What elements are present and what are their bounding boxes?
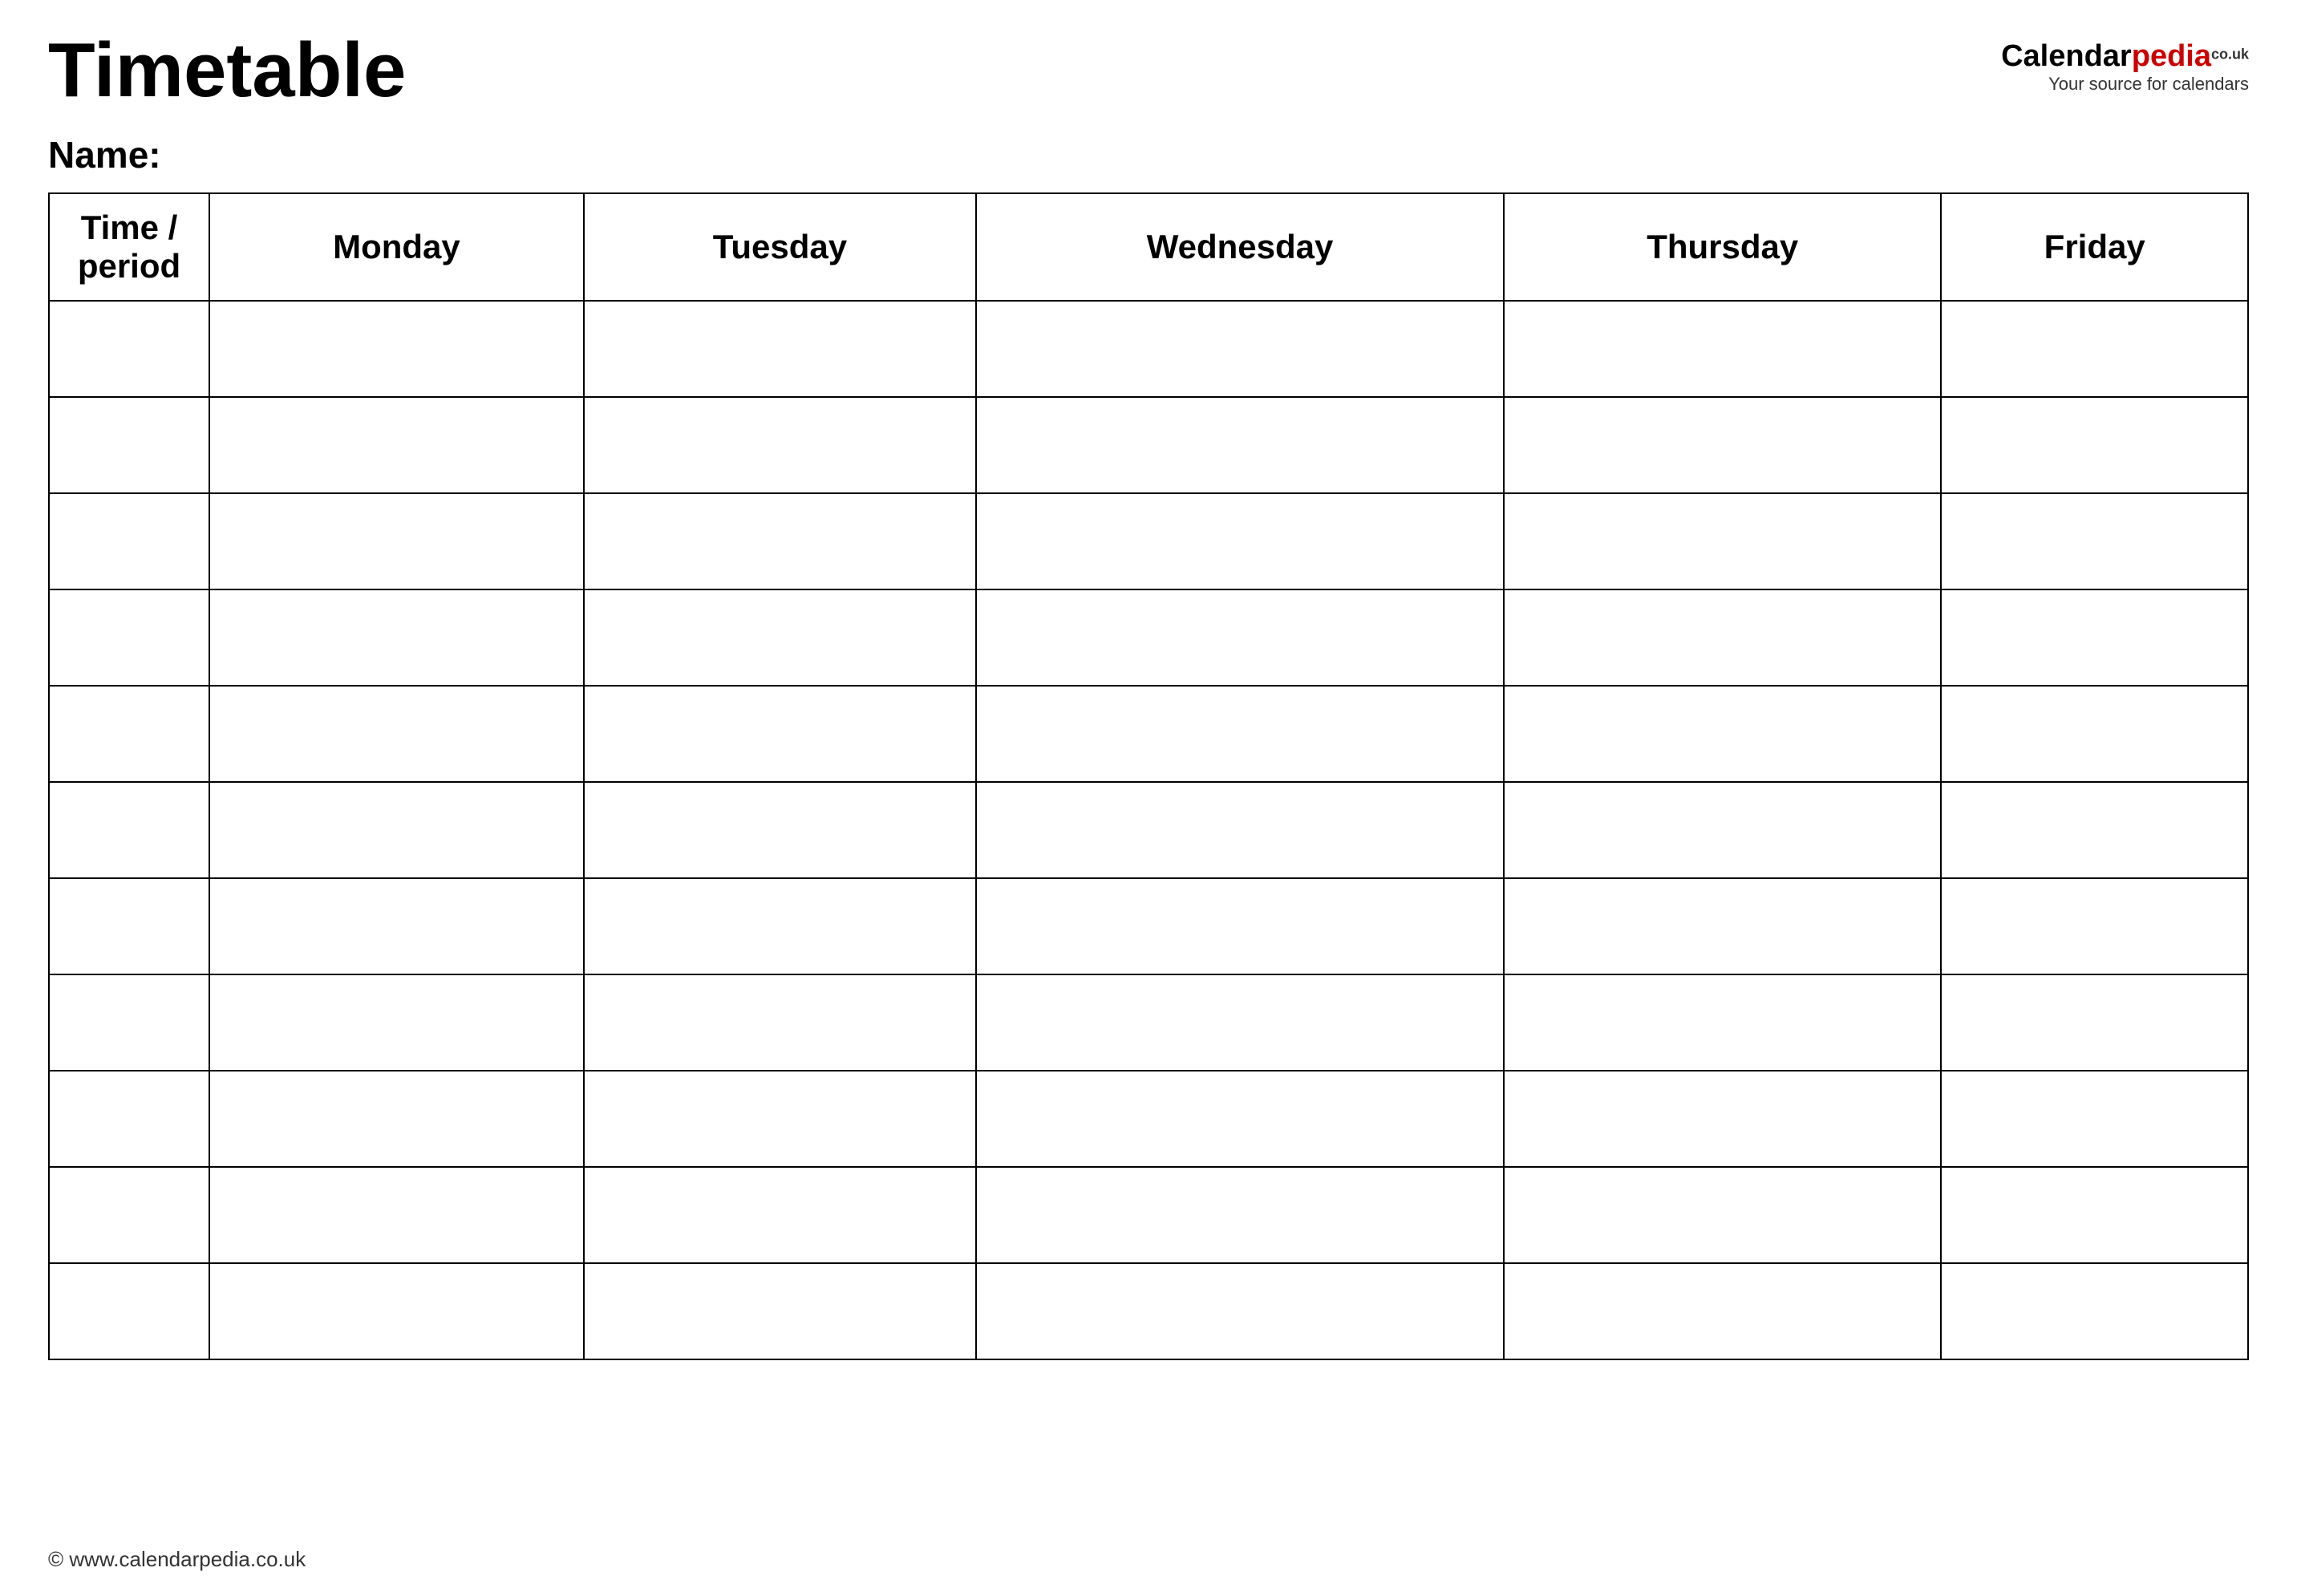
logo-calendar: Calendar <box>2001 39 2132 73</box>
day-cell[interactable] <box>209 974 584 1071</box>
day-cell[interactable] <box>584 589 976 686</box>
day-cell[interactable] <box>584 493 976 589</box>
col-header-friday: Friday <box>1941 193 2248 301</box>
day-cell[interactable] <box>209 301 584 397</box>
time-cell[interactable] <box>49 878 209 974</box>
name-label: Name: <box>48 134 161 176</box>
table-row <box>49 1167 2248 1263</box>
timetable: Time / period Monday Tuesday Wednesday T… <box>48 192 2249 1360</box>
day-cell[interactable] <box>976 782 1504 878</box>
time-cell[interactable] <box>49 1167 209 1263</box>
day-cell[interactable] <box>209 1263 584 1359</box>
day-cell[interactable] <box>209 686 584 782</box>
day-cell[interactable] <box>1941 878 2248 974</box>
day-cell[interactable] <box>584 301 976 397</box>
day-cell[interactable] <box>1504 1071 1941 1167</box>
footer-url: © www.calendarpedia.co.uk <box>48 1547 306 1571</box>
logo-pedia: pedia <box>2132 39 2211 73</box>
day-cell[interactable] <box>976 974 1504 1071</box>
day-cell[interactable] <box>209 1071 584 1167</box>
day-cell[interactable] <box>1504 301 1941 397</box>
day-cell[interactable] <box>584 878 976 974</box>
day-cell[interactable] <box>1504 878 1941 974</box>
day-cell[interactable] <box>584 686 976 782</box>
time-cell[interactable] <box>49 1071 209 1167</box>
day-cell[interactable] <box>1941 301 2248 397</box>
page-header: Timetable Calendarpediaco.uk Your source… <box>48 32 2249 109</box>
day-cell[interactable] <box>1504 686 1941 782</box>
time-cell[interactable] <box>49 974 209 1071</box>
day-cell[interactable] <box>1941 1263 2248 1359</box>
day-cell[interactable] <box>1504 1167 1941 1263</box>
col-header-thursday: Thursday <box>1504 193 1941 301</box>
day-cell[interactable] <box>976 301 1504 397</box>
logo-couk: co.uk <box>2211 50 2249 70</box>
table-header-row: Time / period Monday Tuesday Wednesday T… <box>49 193 2248 301</box>
day-cell[interactable] <box>976 493 1504 589</box>
day-cell[interactable] <box>976 589 1504 686</box>
day-cell[interactable] <box>1941 589 2248 686</box>
day-cell[interactable] <box>1941 686 2248 782</box>
time-cell[interactable] <box>49 589 209 686</box>
day-cell[interactable] <box>976 1167 1504 1263</box>
day-cell[interactable] <box>209 589 584 686</box>
day-cell[interactable] <box>209 878 584 974</box>
day-cell[interactable] <box>209 782 584 878</box>
time-cell[interactable] <box>49 782 209 878</box>
name-row: Name: <box>48 133 2249 176</box>
day-cell[interactable] <box>1941 397 2248 493</box>
page-title: Timetable <box>48 32 406 109</box>
time-cell[interactable] <box>49 301 209 397</box>
table-row <box>49 782 2248 878</box>
logo-tagline: Your source for calendars <box>2048 74 2249 95</box>
col-header-tuesday: Tuesday <box>584 193 976 301</box>
logo: Calendarpediaco.uk Your source for calen… <box>2001 32 2249 95</box>
day-cell[interactable] <box>209 1167 584 1263</box>
day-cell[interactable] <box>209 397 584 493</box>
day-cell[interactable] <box>1941 493 2248 589</box>
table-row <box>49 878 2248 974</box>
day-cell[interactable] <box>1504 397 1941 493</box>
day-cell[interactable] <box>1504 974 1941 1071</box>
table-row <box>49 974 2248 1071</box>
col-header-wednesday: Wednesday <box>976 193 1504 301</box>
logo-text: Calendarpediaco.uk <box>2001 40 2249 74</box>
day-cell[interactable] <box>976 686 1504 782</box>
day-cell[interactable] <box>1941 782 2248 878</box>
table-row <box>49 301 2248 397</box>
day-cell[interactable] <box>584 782 976 878</box>
day-cell[interactable] <box>1504 782 1941 878</box>
footer: © www.calendarpedia.co.uk <box>48 1547 306 1572</box>
day-cell[interactable] <box>976 878 1504 974</box>
day-cell[interactable] <box>1504 589 1941 686</box>
time-cell[interactable] <box>49 397 209 493</box>
day-cell[interactable] <box>1941 974 2248 1071</box>
day-cell[interactable] <box>584 1071 976 1167</box>
table-row <box>49 589 2248 686</box>
time-cell[interactable] <box>49 493 209 589</box>
day-cell[interactable] <box>1504 493 1941 589</box>
day-cell[interactable] <box>1504 1263 1941 1359</box>
day-cell[interactable] <box>1941 1071 2248 1167</box>
day-cell[interactable] <box>584 397 976 493</box>
table-row <box>49 1263 2248 1359</box>
day-cell[interactable] <box>584 974 976 1071</box>
day-cell[interactable] <box>584 1263 976 1359</box>
col-header-time: Time / period <box>49 193 209 301</box>
table-row <box>49 493 2248 589</box>
day-cell[interactable] <box>1941 1167 2248 1263</box>
day-cell[interactable] <box>976 1071 1504 1167</box>
time-cell[interactable] <box>49 1263 209 1359</box>
col-header-monday: Monday <box>209 193 584 301</box>
time-cell[interactable] <box>49 686 209 782</box>
day-cell[interactable] <box>976 397 1504 493</box>
day-cell[interactable] <box>976 1263 1504 1359</box>
day-cell[interactable] <box>584 1167 976 1263</box>
day-cell[interactable] <box>209 493 584 589</box>
table-row <box>49 686 2248 782</box>
table-row <box>49 397 2248 493</box>
table-row <box>49 1071 2248 1167</box>
